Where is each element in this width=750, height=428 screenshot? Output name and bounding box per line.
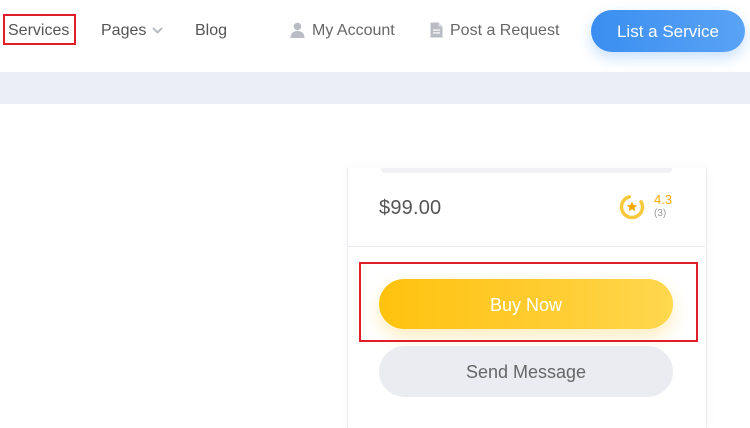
- card-image-edge: [381, 168, 672, 173]
- buy-now-button[interactable]: Buy Now: [379, 279, 673, 329]
- rating-value: 4.3: [654, 192, 673, 207]
- nav-link-pages[interactable]: Pages: [101, 20, 163, 42]
- document-icon: [430, 22, 443, 45]
- service-price: $99.00: [379, 197, 442, 219]
- star-ring-icon: [619, 193, 647, 226]
- nav-link-my-account[interactable]: My Account: [290, 20, 395, 42]
- nav-request-label: Post a Request: [450, 22, 560, 39]
- nav-account-label: My Account: [312, 22, 395, 39]
- user-icon: [290, 22, 305, 45]
- send-message-button[interactable]: Send Message: [379, 346, 673, 397]
- nav-link-blog[interactable]: Blog: [195, 20, 227, 42]
- page-banner-strip: [0, 72, 750, 104]
- list-a-service-button[interactable]: List a Service: [591, 10, 745, 52]
- nav-pages-label: Pages: [101, 22, 147, 40]
- top-navbar: Services Pages Blog My Account Post a Re…: [0, 0, 750, 72]
- nav-link-post-request[interactable]: Post a Request: [430, 20, 559, 42]
- nav-link-services[interactable]: Services: [8, 20, 69, 42]
- chevron-down-icon: [152, 20, 163, 42]
- card-divider: [348, 246, 705, 247]
- rating-count: (3): [654, 208, 667, 219]
